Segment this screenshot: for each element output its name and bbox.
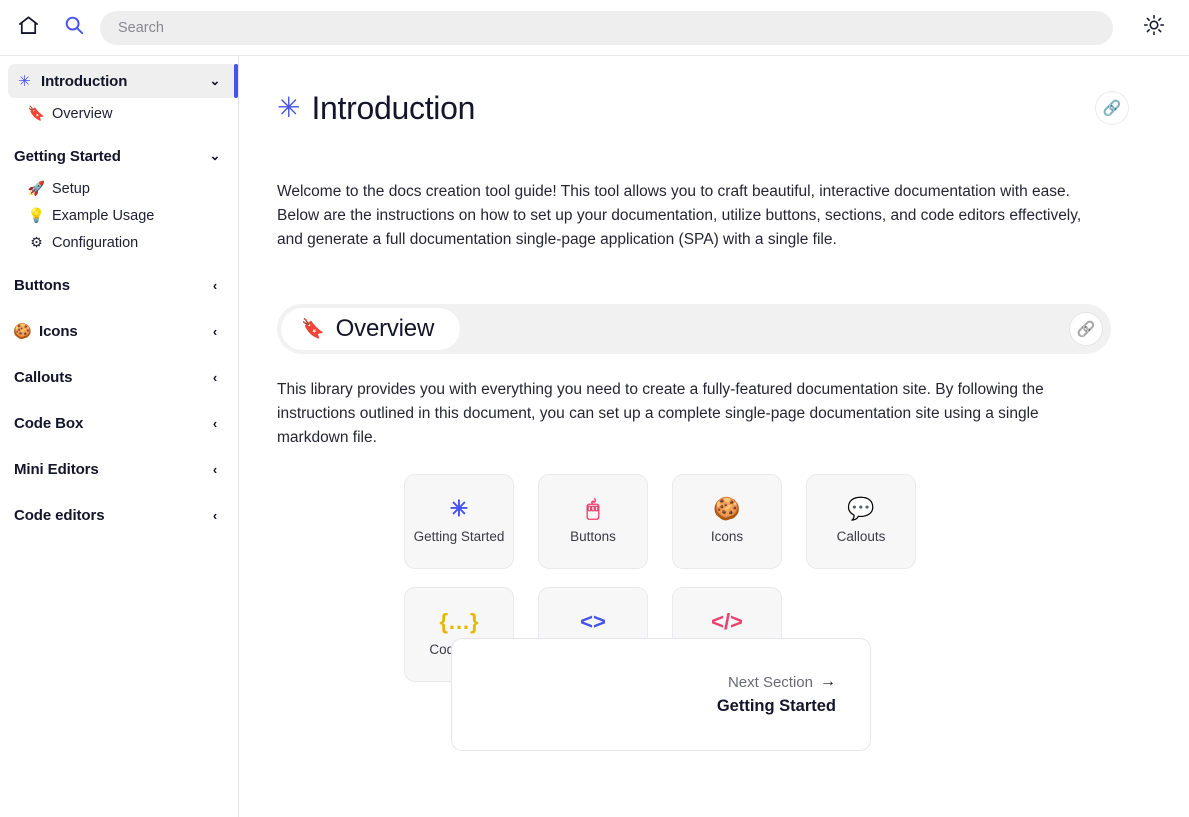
chevron-down-icon[interactable]: ⌄ [208, 73, 222, 89]
sidebar-item-callouts[interactable]: Callouts‹ [0, 360, 238, 394]
page-title: Introduction [311, 90, 475, 127]
feature-card-callouts[interactable]: 💬 Callouts [806, 474, 916, 569]
search-input[interactable] [100, 11, 1113, 45]
sidebar-item-label: Mini Editors [14, 461, 208, 478]
page-header: ✳ Introduction 🔗 [259, 78, 1129, 138]
overview-paragraph: This library provides you with everythin… [259, 378, 1117, 450]
lightbulb-icon: 💡 [28, 207, 45, 224]
copy-page-link-button[interactable]: 🔗 [1095, 91, 1129, 125]
link-icon: 🔗 [1077, 320, 1096, 338]
feature-card-label: Callouts [837, 528, 886, 545]
sidebar-item-label: Getting Started [14, 148, 208, 165]
sidebar-item-code-box[interactable]: Code Box‹ [0, 406, 238, 440]
rocket-icon: 🚀 [28, 180, 45, 197]
asterisk-icon: ✳ [277, 94, 300, 122]
sidebar-subitems: 🔖 Overview [0, 98, 238, 127]
sidebar-item-label: Callouts [14, 369, 208, 386]
sidebar-group-code-editors: Code editors‹ [0, 498, 238, 532]
chevron-left-icon[interactable]: ‹ [208, 278, 222, 293]
feature-card-getting-started[interactable]: ✳ Getting Started [404, 474, 514, 569]
sidebar-item-label: Introduction [41, 73, 208, 90]
home-button[interactable] [14, 14, 42, 42]
code-tag-icon: </> [711, 611, 743, 633]
sidebar-subitem-setup[interactable]: 🚀 Setup [0, 175, 238, 202]
callout-bubble-icon: 💬 [847, 498, 874, 520]
sidebar-spacer [0, 440, 238, 452]
chevron-left-icon[interactable]: ‹ [208, 508, 222, 523]
sidebar-spacer [0, 256, 238, 268]
sidebar-item-label: Icons [39, 323, 208, 340]
copy-section-link-button[interactable]: 🔗 [1069, 312, 1103, 346]
sidebar-group-getting-started: Getting Started⌄ 🚀 Setup 💡 Example Usage ⚙ Con… [0, 139, 238, 256]
bookmark-icon: 🔖 [28, 105, 45, 122]
overview-section-pill[interactable]: 🔖 Overview [281, 308, 460, 350]
sidebar-item-label: Code Box [14, 415, 208, 432]
gear-icon: ⚙ [28, 234, 45, 251]
sidebar-subitem-overview[interactable]: 🔖 Overview [0, 100, 238, 127]
sidebar-spacer [0, 532, 238, 544]
theme-toggle-button[interactable] [1139, 13, 1169, 43]
feature-card-label: Buttons [570, 528, 616, 545]
feature-card-label: Getting Started [414, 528, 505, 545]
sidebar-item-label: Code editors [14, 507, 208, 524]
angle-brackets-icon: <> [580, 611, 606, 633]
sidebar-item-code-editors[interactable]: Code editors‹ [0, 498, 238, 532]
cookie-icon: 🍪 [14, 324, 31, 339]
home-icon [17, 14, 40, 42]
sidebar-subitem-label: Setup [52, 181, 90, 197]
overview-section-header: 🔖 Overview 🔗 [277, 304, 1111, 354]
sidebar-group-callouts: Callouts‹ [0, 360, 238, 394]
sidebar-group-buttons: Buttons‹ [0, 268, 238, 302]
sidebar-spacer [0, 394, 238, 406]
sidebar-item-getting-started[interactable]: Getting Started⌄ [0, 139, 238, 173]
asterisk-icon: ✳ [16, 74, 33, 89]
code-box-icon: {…} [439, 611, 478, 633]
next-section-kicker: Next Section → [728, 673, 836, 691]
search-icon [63, 14, 85, 41]
sidebar-subitem-label: Overview [52, 106, 112, 122]
sidebar: ✳Introduction⌄🔖OverviewGetting Started⌄🚀… [0, 56, 239, 817]
sidebar-group-code-box: Code Box‹ [0, 406, 238, 440]
link-icon: 🔗 [1103, 99, 1122, 117]
click-cursor-icon: 🖱 [586, 498, 599, 520]
chevron-left-icon[interactable]: ‹ [208, 416, 222, 431]
sun-icon [1143, 14, 1165, 41]
arrow-right-icon: → [820, 673, 836, 691]
sidebar-group-introduction: ✳ Introduction⌄ 🔖 Overview [0, 64, 238, 127]
sidebar-item-label: Buttons [14, 277, 208, 294]
sidebar-subitem-label: Example Usage [52, 208, 154, 224]
sidebar-spacer [0, 486, 238, 498]
sidebar-subitem-label: Configuration [52, 235, 138, 251]
chevron-down-icon[interactable]: ⌄ [208, 148, 222, 164]
sidebar-subitem-configuration[interactable]: ⚙ Configuration [0, 229, 238, 256]
next-section-title: Getting Started [717, 697, 836, 716]
sidebar-item-buttons[interactable]: Buttons‹ [0, 268, 238, 302]
sidebar-subitems: 🚀 Setup 💡 Example Usage ⚙ Configuration [0, 173, 238, 256]
overview-section-title: Overview [336, 315, 434, 343]
asterisk-icon: ✳ [450, 498, 468, 520]
intro-paragraph: Welcome to the docs creation tool guide!… [259, 180, 1117, 252]
sidebar-group-mini-editors: Mini Editors‹ [0, 452, 238, 486]
feature-card-buttons[interactable]: 🖱 Buttons [538, 474, 648, 569]
feature-card-label: Icons [711, 528, 743, 545]
sidebar-item-mini-editors[interactable]: Mini Editors‹ [0, 452, 238, 486]
chevron-left-icon[interactable]: ‹ [208, 462, 222, 477]
sidebar-item-introduction[interactable]: ✳ Introduction⌄ [8, 64, 238, 98]
sidebar-item-icons[interactable]: 🍪 Icons‹ [0, 314, 238, 348]
sidebar-group-icons: 🍪 Icons‹ [0, 314, 238, 348]
sidebar-subitem-example-usage[interactable]: 💡 Example Usage [0, 202, 238, 229]
sidebar-spacer [0, 302, 238, 314]
chevron-left-icon[interactable]: ‹ [208, 370, 222, 385]
cookie-icon: 🍪 [713, 498, 740, 520]
chevron-left-icon[interactable]: ‹ [208, 324, 222, 339]
sidebar-spacer [0, 127, 238, 139]
next-section-label: Next Section [728, 674, 813, 691]
search-button[interactable] [60, 14, 88, 42]
next-section-nav[interactable]: Next Section → Getting Started [451, 638, 871, 751]
bookmark-icon: 🔖 [301, 320, 325, 339]
feature-card-icons[interactable]: 🍪 Icons [672, 474, 782, 569]
top-bar [0, 0, 1189, 56]
sidebar-spacer [0, 348, 238, 360]
